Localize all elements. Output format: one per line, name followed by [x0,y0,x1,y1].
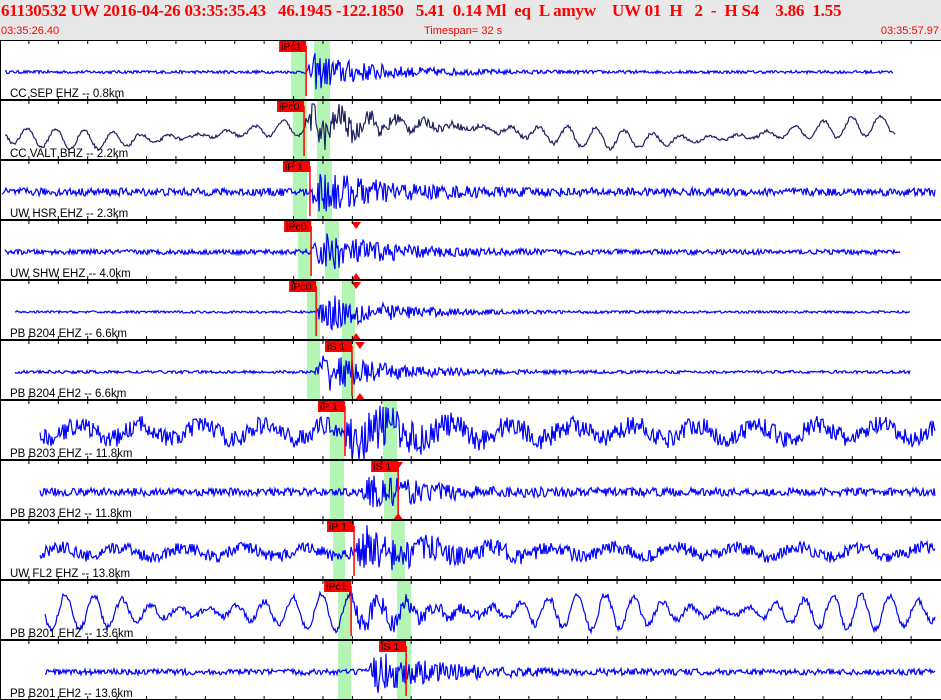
event-summary: 61130532 UW 2016-04-26 03:35:35.43 46.19… [1,1,842,20]
station-label: UW FL2 EHZ -- 13.8km [10,568,130,580]
trace-row[interactable]: iPc0 UW SHW EHZ -- 4.0km [4,221,901,280]
waveform [14,295,911,331]
trace-row[interactable]: iS 1PB B201 EH2 -- 13.6km [10,641,936,700]
pick-label: iS 1 [381,641,399,653]
trace-row[interactable]: iPc1PB B201 EHZ -- 13.6km [10,581,936,640]
end-time: 03:35:57.97 [880,25,939,37]
pick-label: iPc0 [291,281,312,293]
pick-label: iS 1 [327,341,345,353]
waveform [5,103,896,152]
trace-row[interactable]: iP 1PB B203 EHZ -- 11.8km [10,401,936,461]
waveform [39,525,936,571]
waveform [45,653,936,693]
waveform [14,355,911,391]
trace-row[interactable]: iPc1 CC SEP EHZ -- 0.8km [4,41,894,100]
waveform [4,53,894,90]
pick-label: iPc1 [281,41,302,53]
pick-label: iPc1 [326,581,347,593]
event-header: 61130532 UW 2016-04-26 03:35:35.43 46.19… [0,0,941,40]
pick-label: iP 1 [329,521,347,533]
s-marker-bottom-icon [354,393,365,400]
station-label: UW HSR EHZ -- 2.3km [10,208,128,220]
trace-row[interactable]: iPc0 CC VALT BHZ -- 2.2km [5,101,896,160]
trace-row[interactable]: iS 1 PB B203 EH2 -- 11.8km [10,461,936,520]
station-label: PB B204 EHZ -- 6.6km [10,328,127,340]
trace-row[interactable]: iP 1 UW FL2 EHZ -- 13.8km [10,521,936,580]
station-label: CC VALT BHZ -- 2.2km [10,148,128,160]
station-label: PB B203 EH2 -- 11.8km [10,508,132,520]
trace-row[interactable]: iS 1 PB B204 EH2 -- 6.6km [10,341,911,400]
waveform [44,590,936,635]
waveform [39,475,936,508]
station-label: CC SEP EHZ -- 0.8km [10,88,124,100]
trace-row[interactable]: iPc0 PB B204 EHZ -- 6.6km [10,281,911,340]
pick-label: iPc0 [286,221,307,233]
station-label: UW SHW EHZ -- 4.0km [10,268,131,280]
waveform [1,173,936,212]
trace-row[interactable]: iP 1UW HSR EHZ -- 2.3km [1,161,936,220]
seismogram-panel[interactable]: iPc1 CC SEP EHZ -- 0.8km iPc0 CC VALT BHZ -… [0,40,941,700]
start-time: 03:35:26.40 [1,25,60,37]
timespan-label: Timespan= 32 s [424,25,503,37]
waveform [39,405,936,461]
pick-label: iS 1 [373,461,391,473]
pick-label: iPc0 [279,101,300,113]
s-marker-top-icon [354,342,365,349]
station-label: PB B203 EHZ -- 11.8km [10,448,133,460]
waveform [4,233,901,270]
station-label: PB B204 EH2 -- 6.6km [10,388,126,400]
